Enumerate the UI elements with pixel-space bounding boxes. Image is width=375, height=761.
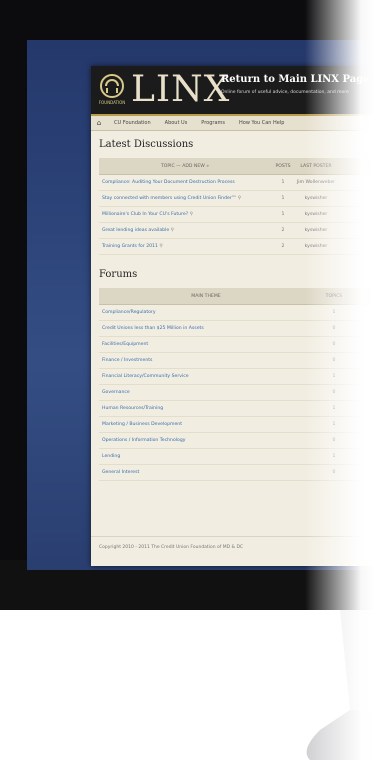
table-row: Credit Unions less than $25 Million in A…	[99, 320, 375, 337]
monitor-screen: FOUNDATION LINX Return to Main LINX Page…	[27, 40, 375, 570]
forums-table: MAIN THEME TOPICS Compliance/Regulatory 1…	[99, 288, 375, 481]
main-content: Latest Discussions TOPIC — ADD NEW » POS…	[91, 131, 375, 487]
post-count: 2	[271, 238, 295, 255]
table-row: Compliance/Regulatory 1	[99, 304, 375, 321]
topic-header[interactable]: TOPIC — ADD NEW »	[99, 158, 271, 175]
post-count: 1	[271, 190, 295, 207]
topic-link[interactable]: Compliance: Auditing Your Document Destr…	[99, 174, 271, 191]
table-row: Compliance: Auditing Your Document Destr…	[99, 174, 375, 191]
last-poster[interactable]: Jim Wollenweber	[295, 174, 337, 191]
main-nav: ⌂ CU Foundation About Us Programs How Yo…	[91, 116, 375, 131]
topic-count: 1	[313, 448, 355, 465]
post-count: 1	[271, 174, 295, 191]
topic-count: 0	[313, 384, 355, 401]
forum-page: FOUNDATION LINX Return to Main LINX Page…	[91, 66, 375, 566]
forum-link[interactable]: Finance / Investments	[99, 352, 313, 369]
topic-link[interactable]: Training Grants for 2011	[102, 244, 158, 249]
topic-count: 0	[313, 320, 355, 337]
forum-link[interactable]: Operations / Information Technology	[99, 432, 313, 449]
site-footer: Copyright 2010 - 2011 The Credit Union F…	[91, 536, 375, 566]
topic-link[interactable]: Stay connected with members using Credit…	[102, 196, 236, 201]
last-poster[interactable]: kyswisher	[295, 190, 337, 207]
svg-text:FOUNDATION: FOUNDATION	[99, 100, 126, 105]
forum-link[interactable]: Compliance/Regulatory	[99, 304, 313, 321]
topic-link[interactable]: Millionaire's Club In Your CU's Future?	[102, 212, 188, 217]
table-row: Lending 1	[99, 448, 375, 465]
forum-link[interactable]: Marketing / Business Development	[99, 416, 313, 433]
post-count: 1	[271, 206, 295, 223]
pin-icon: ⚲	[237, 196, 242, 201]
post-count: 2	[271, 222, 295, 239]
discussions-table: TOPIC — ADD NEW » POSTS LAST POSTER Comp…	[99, 158, 375, 255]
forum-link[interactable]: Facilities/Equipment	[99, 336, 313, 353]
table-row: Training Grants for 2011 ⚲ 2 kyswisher	[99, 238, 375, 255]
forum-link[interactable]: General Interest	[99, 464, 313, 481]
topic-link[interactable]: Great lending ideas available	[102, 228, 169, 233]
site-header: FOUNDATION LINX Return to Main LINX Page…	[91, 66, 375, 116]
table-row: General Interest 0	[99, 464, 375, 481]
last-poster[interactable]: kyswisher	[295, 238, 337, 255]
nav-item-about-us[interactable]: About Us	[158, 120, 195, 126]
forum-link[interactable]: Human Resources/Training	[99, 400, 313, 417]
topic-count: 1	[313, 400, 355, 417]
pin-icon: ⚲	[159, 244, 163, 249]
topics-header: TOPICS	[313, 288, 355, 305]
pin-icon: ⚲	[170, 228, 175, 233]
topic-count: 1	[313, 304, 355, 321]
table-row: Operations / Information Technology 0	[99, 432, 375, 449]
nav-item-cu-foundation[interactable]: CU Foundation	[107, 120, 158, 126]
copyright-text: Copyright 2010 - 2011 The Credit Union F…	[99, 545, 244, 550]
nav-item-how-you-can-help[interactable]: How You Can Help	[232, 120, 291, 126]
topic-count: 0	[313, 352, 355, 369]
forum-link[interactable]: Lending	[99, 448, 313, 465]
monitor-stand	[306, 610, 375, 760]
table-row: Facilities/Equipment 0	[99, 336, 375, 353]
posts-header: POSTS	[271, 158, 295, 175]
site-tagline: Online forum of useful advice, documenta…	[221, 90, 349, 95]
main-theme-header: MAIN THEME	[99, 288, 313, 305]
site-logo[interactable]: LINX	[131, 68, 230, 112]
foundation-seal-icon: FOUNDATION	[99, 74, 126, 105]
table-row: Great lending ideas available ⚲ 2 kyswis…	[99, 222, 375, 239]
return-main-link[interactable]: Return to Main LINX Page	[221, 74, 370, 85]
latest-discussions-title: Latest Discussions	[99, 139, 194, 150]
forums-title: Forums	[99, 269, 138, 280]
forum-link[interactable]: Financial Literacy/Community Service	[99, 368, 313, 385]
topic-count: 1	[313, 368, 355, 385]
table-row: Financial Literacy/Community Service 1	[99, 368, 375, 385]
topic-count: 0	[313, 432, 355, 449]
nav-item-programs[interactable]: Programs	[194, 120, 232, 126]
table-row: Governance 0	[99, 384, 375, 401]
home-icon[interactable]: ⌂	[91, 119, 107, 127]
table-row: Finance / Investments 0	[99, 352, 375, 369]
forum-link[interactable]: Credit Unions less than $25 Million in A…	[99, 320, 313, 337]
table-row: Millionaire's Club In Your CU's Future? …	[99, 206, 375, 223]
last-poster-header: LAST POSTER	[295, 158, 337, 175]
topic-count: 1	[313, 416, 355, 433]
table-row: Marketing / Business Development 1	[99, 416, 375, 433]
forum-link[interactable]: Governance	[99, 384, 313, 401]
last-poster[interactable]: kyswisher	[295, 222, 337, 239]
topic-count: 0	[313, 336, 355, 353]
table-row: Human Resources/Training 1	[99, 400, 375, 417]
topic-count: 0	[313, 464, 355, 481]
last-poster[interactable]: kyswisher	[295, 206, 337, 223]
pin-icon: ⚲	[189, 212, 193, 217]
table-row: Stay connected with members using Credit…	[99, 190, 375, 207]
